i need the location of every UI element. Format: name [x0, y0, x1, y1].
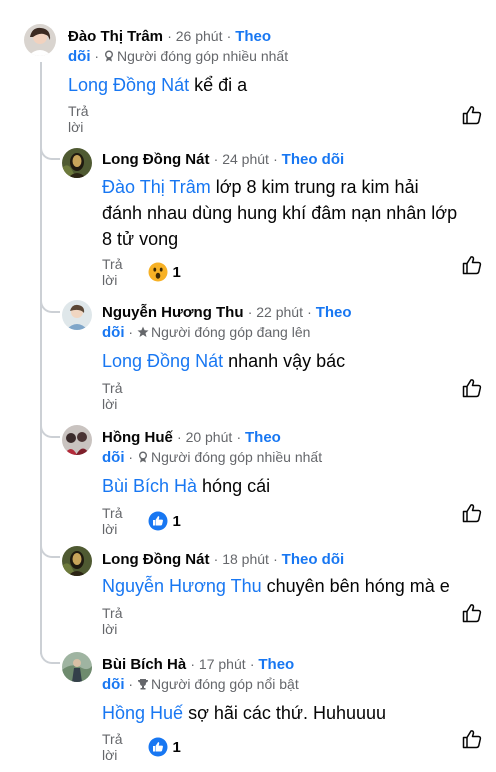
mention-link[interactable]: Nguyễn Hương Thu [102, 576, 262, 596]
thread-connector [40, 297, 60, 313]
follow-link[interactable]: Theo dõi [282, 151, 345, 168]
avatar[interactable] [62, 652, 92, 682]
contributor-badge: Người đóng góp đang lên [150, 324, 311, 340]
comment-text: Long Đồng Nát nhanh vậy bác [102, 351, 346, 371]
reply-button[interactable]: Trả lời [102, 505, 122, 537]
medal-icon [138, 451, 147, 463]
reaction-summary[interactable]: 1 [148, 511, 181, 531]
follow-link[interactable]: dõi [102, 449, 125, 466]
comment-time[interactable]: 22 phút [256, 304, 303, 320]
comment-text: Long Đồng Nát kể đi a [68, 75, 248, 95]
comment-text: Hồng Huế sợ hãi các thứ. Huhuuuu [102, 703, 387, 723]
mention-link[interactable]: Hồng Huế [102, 703, 183, 723]
star-icon [137, 326, 149, 337]
follow-link[interactable]: Theo [316, 304, 352, 321]
thread-connector [40, 542, 60, 558]
avatar[interactable] [24, 24, 56, 56]
like-thumb-icon[interactable] [461, 104, 483, 126]
trophy-icon [137, 679, 148, 690]
contributor-badge: Người đóng góp nhiều nhất [116, 48, 289, 64]
mention-link[interactable]: Long Đồng Nát [102, 351, 223, 371]
reply-button[interactable]: Trả lời [102, 731, 122, 763]
comment-time[interactable]: 26 phút [176, 28, 223, 44]
follow-link[interactable]: dõi [68, 48, 91, 65]
reaction-summary[interactable]: 1 [148, 262, 181, 282]
comment-time[interactable]: 18 phút [222, 551, 269, 567]
author-name[interactable]: Long Đồng Nát [102, 151, 209, 168]
author-name[interactable]: Hồng Huế [102, 429, 173, 446]
like-thumb-icon[interactable] [461, 728, 483, 750]
avatar[interactable] [62, 425, 92, 455]
reaction-summary[interactable]: 1 [148, 737, 181, 757]
author-name[interactable]: Nguyễn Hương Thu [102, 304, 244, 321]
follow-link[interactable]: Theo dõi [282, 551, 345, 568]
like-thumb-icon[interactable] [461, 254, 483, 276]
thread-connector [40, 422, 60, 438]
reaction-count: 1 [172, 263, 181, 281]
mention-link[interactable]: Long Đồng Nát [68, 75, 189, 95]
contributor-badge: Người đóng góp nổi bật [150, 676, 299, 692]
follow-link[interactable]: dõi [102, 324, 125, 341]
comment-text: Bùi Bích Hà hóng cái [102, 476, 271, 496]
contributor-badge: Người đóng góp nhiều nhất [150, 449, 323, 465]
comment-time[interactable]: 20 phút [186, 429, 233, 445]
thread-connector [40, 144, 60, 160]
reaction-count: 1 [172, 512, 181, 530]
reaction-count: 1 [172, 738, 181, 756]
comment-time[interactable]: 17 phút [199, 656, 246, 672]
author-name[interactable]: Đào Thị Trâm [68, 28, 163, 45]
medal-icon [104, 50, 113, 62]
avatar[interactable] [62, 300, 92, 330]
like-icon [148, 511, 168, 531]
thread-connector [40, 648, 60, 664]
follow-link[interactable]: dõi [102, 676, 125, 693]
follow-link[interactable]: Theo [258, 656, 294, 673]
like-icon [148, 737, 168, 757]
mention-link[interactable]: Bùi Bích Hà [102, 476, 197, 496]
follow-link[interactable]: Theo [235, 28, 271, 45]
avatar[interactable] [62, 546, 92, 576]
author-name[interactable]: Bùi Bích Hà [102, 656, 186, 673]
reply-button[interactable]: Trả lời [102, 256, 122, 288]
like-thumb-icon[interactable] [461, 602, 483, 624]
author-name[interactable]: Long Đồng Nát [102, 551, 209, 568]
reply-button[interactable]: Trả lời [102, 380, 122, 412]
reply-button[interactable]: Trả lời [102, 605, 122, 637]
like-thumb-icon[interactable] [461, 502, 483, 524]
comment-text: Nguyễn Hương Thu chuyên bên hóng mà e [102, 576, 450, 596]
like-thumb-icon[interactable] [461, 377, 483, 399]
follow-link[interactable]: Theo [245, 429, 281, 446]
wow-icon [148, 262, 168, 282]
comment-time[interactable]: 24 phút [222, 151, 269, 167]
comment-text: Đào Thị Trâm lớp 8 kim trung ra kim hải … [102, 177, 458, 249]
avatar[interactable] [62, 148, 92, 178]
reply-button[interactable]: Trả lời [68, 103, 88, 135]
mention-link[interactable]: Đào Thị Trâm [102, 177, 211, 197]
